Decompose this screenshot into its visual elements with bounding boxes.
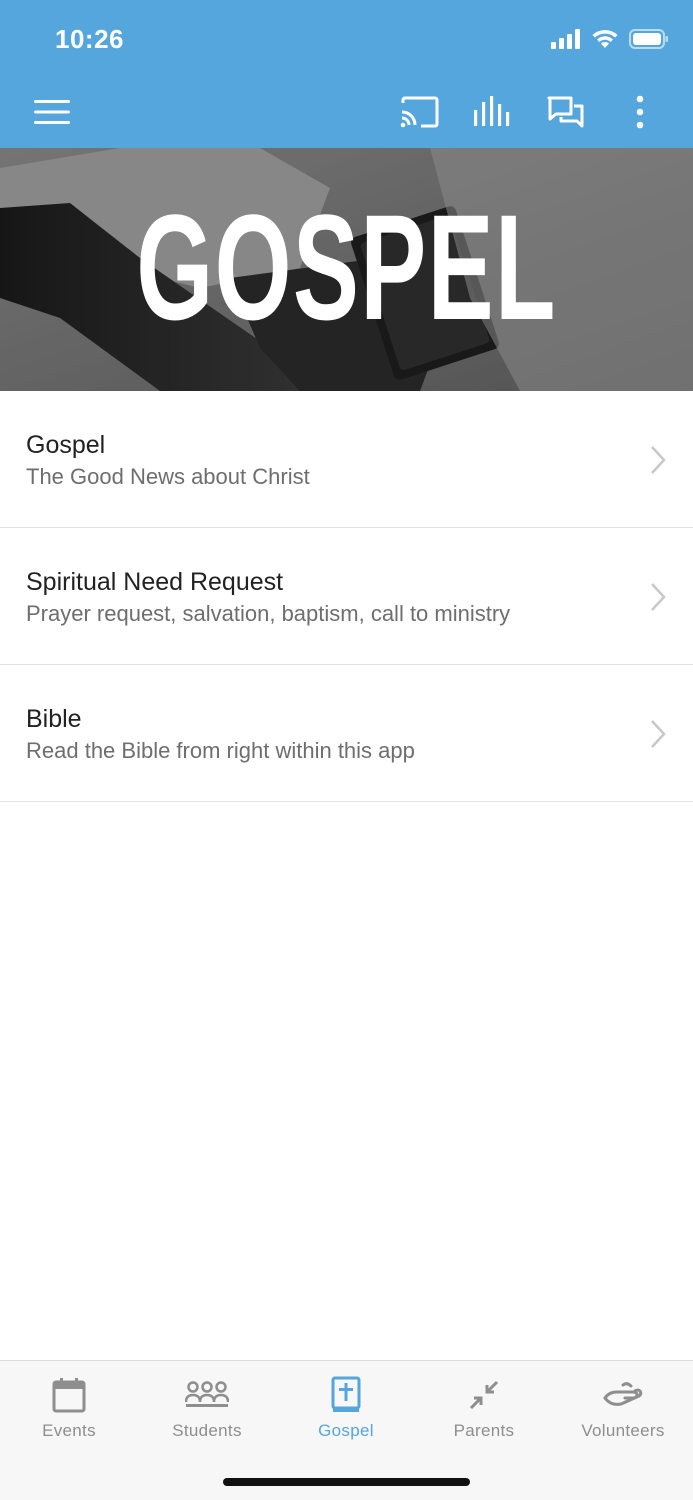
audio-bars-icon[interactable] xyxy=(469,89,515,135)
tab-gospel[interactable]: Gospel xyxy=(277,1361,415,1461)
wifi-icon xyxy=(592,29,618,48)
list-item-bible[interactable]: Bible Read the Bible from right within t… xyxy=(0,665,693,802)
cellular-signal-icon xyxy=(551,29,580,49)
hero-title: GOSPEL xyxy=(136,183,557,351)
chevron-right-icon xyxy=(651,446,666,474)
list-item-gospel[interactable]: Gospel The Good News about Christ xyxy=(0,391,693,528)
tab-label: Events xyxy=(42,1421,96,1440)
arrows-icon xyxy=(460,1375,508,1415)
status-time: 10:26 xyxy=(55,24,124,54)
more-vertical-icon[interactable] xyxy=(617,89,663,135)
group-icon xyxy=(183,1375,231,1415)
helping-hand-icon xyxy=(599,1375,647,1415)
tab-label: Students xyxy=(172,1421,242,1440)
chat-icon[interactable] xyxy=(543,89,589,135)
list-item-title: Spiritual Need Request xyxy=(26,568,284,596)
home-indicator xyxy=(223,1478,470,1486)
battery-icon xyxy=(629,29,668,49)
status-bar: 10:26 xyxy=(0,0,693,75)
tab-volunteers[interactable]: Volunteers xyxy=(554,1361,692,1461)
list-item-spiritual-need-request[interactable]: Spiritual Need Request Prayer request, s… xyxy=(0,528,693,665)
tab-label: Volunteers xyxy=(581,1421,665,1440)
cast-icon[interactable] xyxy=(396,89,442,135)
hero-banner: GOSPEL xyxy=(0,148,693,391)
tab-label: Parents xyxy=(453,1421,515,1440)
bible-icon xyxy=(322,1375,370,1415)
list-item-subtitle: The Good News about Christ xyxy=(26,464,310,489)
list-item-subtitle: Read the Bible from right within this ap… xyxy=(26,738,415,763)
list-item-subtitle: Prayer request, salvation, baptism, call… xyxy=(26,601,511,626)
list-item-title: Bible xyxy=(26,705,82,733)
content-list: Gospel The Good News about Christ Spirit… xyxy=(0,391,693,802)
tab-students[interactable]: Students xyxy=(138,1361,276,1461)
calendar-icon xyxy=(45,1375,93,1415)
chevron-right-icon xyxy=(651,583,666,611)
hamburger-icon[interactable] xyxy=(29,89,75,135)
tab-label: Gospel xyxy=(318,1421,374,1440)
chevron-right-icon xyxy=(651,720,666,748)
list-item-title: Gospel xyxy=(26,431,106,459)
tab-events[interactable]: Events xyxy=(0,1361,138,1461)
top-toolbar xyxy=(0,75,693,148)
tab-parents[interactable]: Parents xyxy=(415,1361,553,1461)
status-icons xyxy=(551,26,669,52)
